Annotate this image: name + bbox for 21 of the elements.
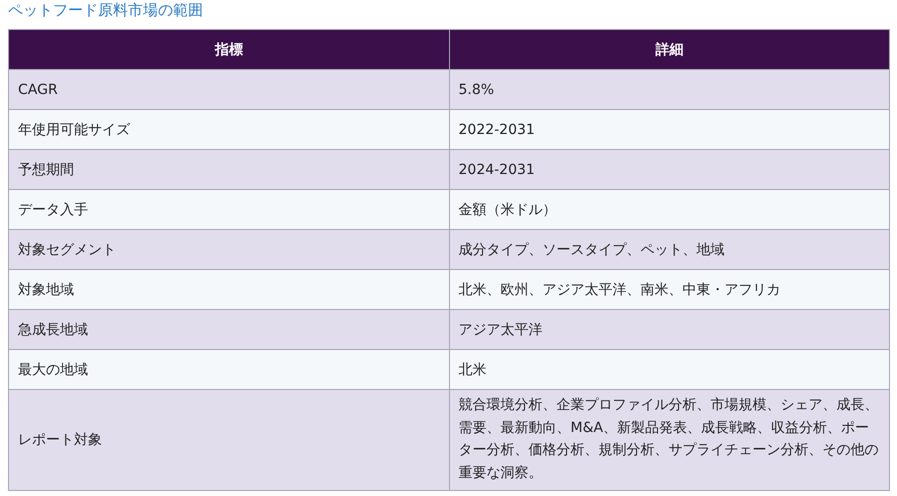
table-cell: 予想期間 <box>8 150 449 190</box>
table-cell: 5.8% <box>449 70 890 110</box>
table-cell: 2022-2031 <box>449 110 890 150</box>
table-cell: 北米、欧州、アジア太平洋、南米、中東・アフリカ <box>449 270 890 310</box>
table-cell: 急成長地域 <box>8 310 449 350</box>
table-cell: 金額（米ドル） <box>449 190 890 230</box>
table-cell: 年使用可能サイズ <box>8 110 449 150</box>
column-header: 指標 <box>8 30 449 70</box>
column-header: 詳細 <box>449 30 890 70</box>
table-cell: 最大の地域 <box>8 350 449 390</box>
section-title: ペットフード原料市場の範囲 <box>8 0 203 20</box>
table-cell: 北米 <box>449 350 890 390</box>
table-cell: 対象地域 <box>8 270 449 310</box>
table-cell: 競合環境分析、企業プロファイル分析、市場規模、シェア、成長、需要、最新動向、M&A、新製品発表、成長戦略、収益分析、ポーター分析、価格分析、規制分析、サプライチェーン分析、その他の重要な洞察。 <box>449 390 890 490</box>
table-cell: CAGR <box>8 70 449 110</box>
table-cell: レポート対象 <box>8 390 449 490</box>
table-cell: 対象セグメント <box>8 230 449 270</box>
table-cell: 成分タイプ、ソースタイプ、ペット、地域 <box>449 230 890 270</box>
table-cell: データ入手 <box>8 190 449 230</box>
table-cell: アジア太平洋 <box>449 310 890 350</box>
table-cell: 2024-2031 <box>449 150 890 190</box>
